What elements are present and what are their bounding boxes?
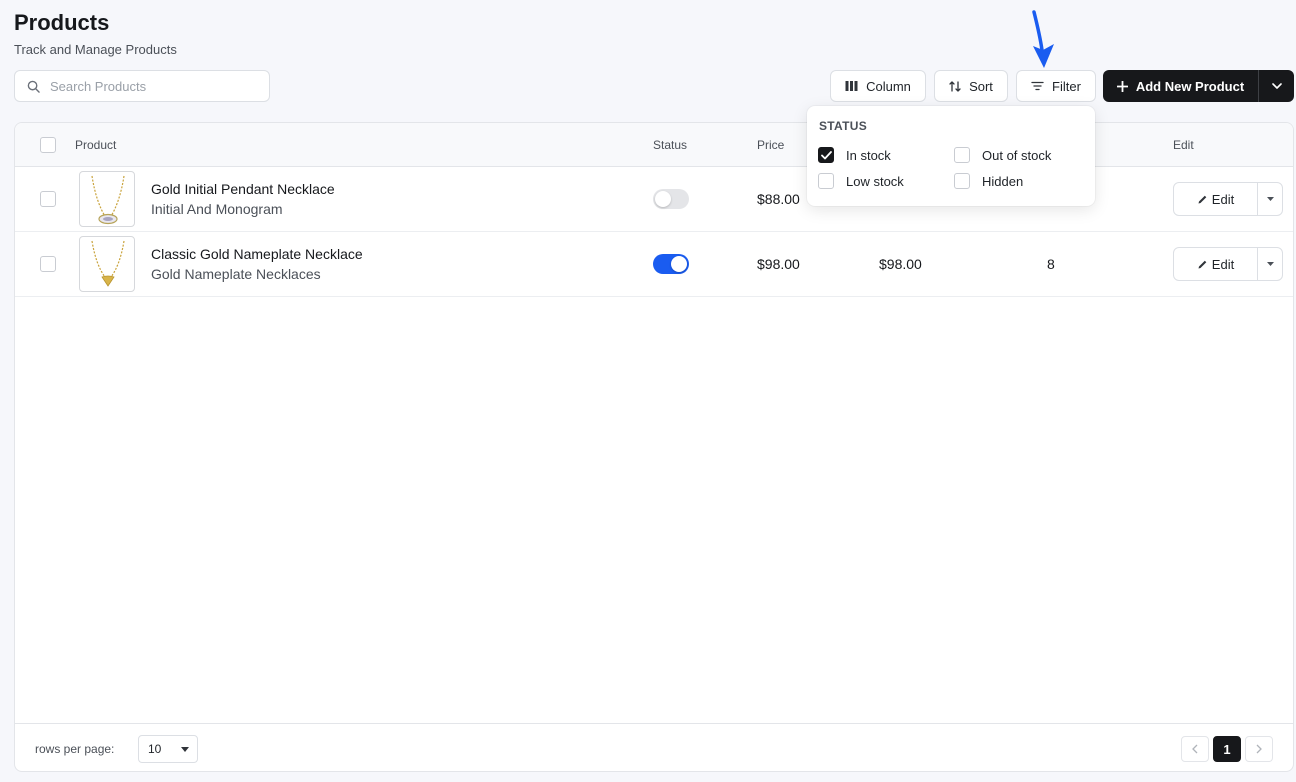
- product-stock: 8: [1047, 256, 1055, 272]
- table-row: Classic Gold Nameplate Necklace Gold Nam…: [15, 232, 1293, 297]
- column-header-edit: Edit: [1173, 138, 1194, 152]
- filter-checkbox[interactable]: [818, 173, 834, 189]
- filter-icon: [1031, 81, 1044, 91]
- edit-button-group: Edit: [1173, 182, 1283, 216]
- product-thumbnail[interactable]: [79, 171, 135, 227]
- column-header-product[interactable]: Product: [75, 138, 116, 152]
- column-button-label: Column: [866, 78, 911, 94]
- filter-option-hidden[interactable]: Hidden: [954, 173, 1023, 189]
- plus-icon: [1116, 80, 1128, 92]
- chevron-right-icon: [1256, 744, 1262, 754]
- page-title: Products: [14, 10, 110, 35]
- filter-checkbox[interactable]: [954, 147, 970, 163]
- page-button-current[interactable]: 1: [1213, 736, 1241, 762]
- sort-icon: [949, 80, 961, 92]
- pencil-icon: [1198, 195, 1207, 203]
- product-price: $88.00: [757, 191, 800, 207]
- necklace-pendant-image: [91, 175, 125, 225]
- filter-popover: STATUS In stock Out of stock Low stock H…: [807, 106, 1095, 206]
- filter-button-label: Filter: [1052, 78, 1081, 94]
- filter-button[interactable]: Filter: [1016, 70, 1096, 102]
- edit-label: Edit: [1211, 191, 1235, 207]
- caret-down-icon: [1266, 197, 1274, 201]
- filter-option-low-stock[interactable]: Low stock: [818, 173, 904, 189]
- table-row: Gold Initial Pendant Necklace Initial An…: [15, 167, 1293, 232]
- check-icon: [820, 150, 832, 159]
- products-table: Product Status Price Edit Gold Initial P…: [14, 122, 1294, 772]
- column-header-status[interactable]: Status: [653, 138, 687, 152]
- caret-down-icon: [181, 747, 189, 752]
- add-new-product-button[interactable]: Add New Product: [1103, 70, 1259, 102]
- table-footer: rows per page: 10 1: [15, 723, 1293, 771]
- sort-button[interactable]: Sort: [934, 70, 1008, 102]
- row-checkbox[interactable]: [40, 256, 56, 272]
- rows-per-page-value: 10: [148, 742, 162, 756]
- product-name[interactable]: Gold Initial Pendant Necklace: [151, 181, 335, 197]
- status-toggle[interactable]: [653, 254, 689, 274]
- chevron-down-icon: [1271, 83, 1282, 89]
- filter-option-label: Out of stock: [982, 147, 1052, 163]
- edit-button[interactable]: Edit: [1174, 183, 1258, 215]
- product-thumbnail[interactable]: [79, 236, 135, 292]
- search-box[interactable]: [14, 70, 270, 102]
- status-toggle[interactable]: [653, 189, 689, 209]
- filter-checkbox[interactable]: [954, 173, 970, 189]
- product-price: $98.00: [757, 256, 800, 272]
- column-header-price[interactable]: Price: [757, 138, 784, 152]
- chevron-left-icon: [1192, 744, 1198, 754]
- pencil-icon: [1198, 260, 1207, 268]
- edit-dropdown-toggle[interactable]: [1258, 183, 1282, 215]
- filter-option-in-stock[interactable]: In stock: [818, 147, 891, 163]
- previous-page-button[interactable]: [1181, 736, 1209, 762]
- add-new-product-button-group: Add New Product: [1103, 70, 1294, 102]
- annotation-arrow-icon: [1032, 10, 1054, 68]
- product-sale-price: $98.00: [879, 256, 922, 272]
- rows-per-page-label: rows per page:: [35, 742, 115, 756]
- product-category: Initial And Monogram: [151, 201, 283, 217]
- filter-option-label: Low stock: [846, 173, 904, 189]
- next-page-button[interactable]: [1245, 736, 1273, 762]
- edit-dropdown-toggle[interactable]: [1258, 248, 1282, 280]
- page-subtitle: Track and Manage Products: [14, 42, 177, 57]
- filter-option-label: In stock: [846, 147, 891, 163]
- product-category: Gold Nameplate Necklaces: [151, 266, 321, 282]
- filter-option-label: Hidden: [982, 173, 1024, 189]
- select-all-checkbox[interactable]: [40, 137, 56, 153]
- necklace-heart-image: [91, 240, 125, 287]
- table-header: Product Status Price Edit: [15, 123, 1293, 167]
- search-icon: [27, 80, 40, 93]
- add-product-dropdown-toggle[interactable]: [1259, 70, 1294, 102]
- edit-label: Edit: [1211, 256, 1235, 272]
- filter-checkbox[interactable]: [818, 147, 834, 163]
- product-name[interactable]: Classic Gold Nameplate Necklace: [151, 246, 363, 262]
- rows-per-page-select[interactable]: 10: [138, 735, 198, 763]
- caret-down-icon: [1266, 262, 1274, 266]
- filter-status-heading: STATUS: [819, 119, 868, 133]
- sort-button-label: Sort: [969, 78, 993, 94]
- filter-option-out-of-stock[interactable]: Out of stock: [954, 147, 1051, 163]
- column-button[interactable]: Column: [830, 70, 926, 102]
- search-input[interactable]: [50, 78, 250, 94]
- columns-icon: [845, 81, 858, 91]
- edit-button-group: Edit: [1173, 247, 1283, 281]
- row-checkbox[interactable]: [40, 191, 56, 207]
- add-new-product-label: Add New Product: [1135, 78, 1245, 94]
- edit-button[interactable]: Edit: [1174, 248, 1258, 280]
